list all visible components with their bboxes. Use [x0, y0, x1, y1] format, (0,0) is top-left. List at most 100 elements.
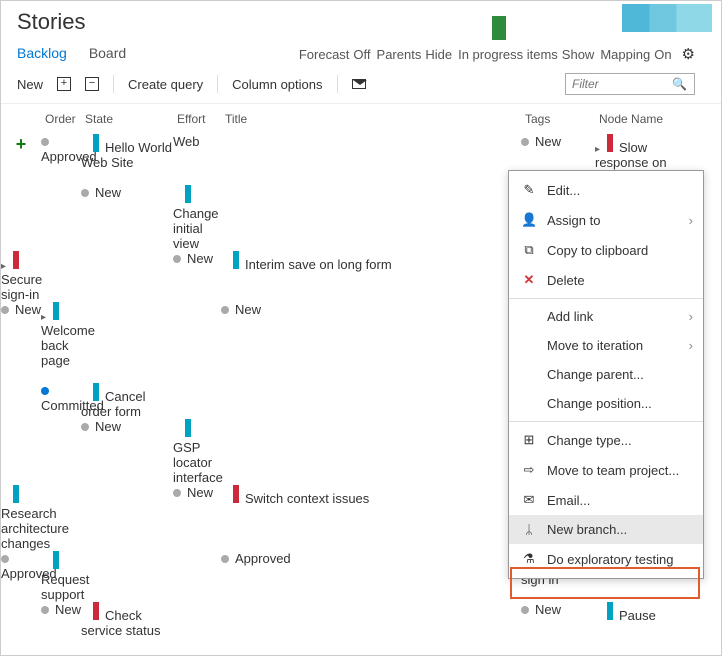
- cell-node: [173, 383, 221, 419]
- col-state[interactable]: State: [81, 104, 173, 134]
- ctx-change-parent[interactable]: Change parent...: [509, 360, 703, 389]
- state-dot-icon: [41, 138, 49, 146]
- state-dot-icon: [173, 489, 181, 497]
- color-bar: [607, 602, 613, 620]
- search-icon[interactable]: 🔍: [672, 77, 687, 91]
- cell-title[interactable]: GSP locator interface: [173, 419, 221, 485]
- ctx-move-iteration[interactable]: Move to iteration›: [509, 331, 703, 360]
- type-icon: ⊞: [521, 432, 537, 448]
- ctx-change-type[interactable]: ⊞Change type...: [509, 425, 703, 455]
- flask-icon: ⚗: [521, 551, 537, 567]
- col-order[interactable]: Order: [41, 104, 81, 134]
- parents-label: Parents: [377, 47, 422, 62]
- chevron-right-icon: ›: [689, 338, 693, 353]
- expand-icon[interactable]: ▸: [1, 261, 9, 272]
- color-bar: [185, 419, 191, 437]
- progress-value[interactable]: Show: [562, 47, 595, 62]
- pencil-icon: ✎: [521, 182, 537, 198]
- cell-title[interactable]: Research architecture changes: [1, 485, 41, 551]
- tab-backlog[interactable]: Backlog: [17, 45, 67, 67]
- separator: [337, 75, 338, 93]
- cell-state: Approved: [41, 134, 81, 185]
- ctx-exploratory-testing[interactable]: ⚗Do exploratory testing: [509, 544, 703, 574]
- copy-icon: ⧉: [521, 242, 537, 258]
- mapping-value[interactable]: On: [654, 47, 671, 62]
- cell-title[interactable]: Check service status: [81, 602, 173, 638]
- cell-title[interactable]: Switch context issues: [221, 485, 521, 551]
- cell-state: New: [81, 185, 173, 251]
- chevron-right-icon: ›: [689, 309, 693, 324]
- color-bar: [93, 602, 99, 620]
- tab-board[interactable]: Board: [89, 45, 126, 67]
- page-title: Stories: [17, 9, 705, 35]
- delete-icon: ✕: [521, 272, 537, 288]
- mail-icon[interactable]: [352, 79, 366, 89]
- ctx-copy[interactable]: ⧉Copy to clipboard: [509, 235, 703, 265]
- ctx-change-position[interactable]: Change position...: [509, 389, 703, 418]
- ctx-add-link[interactable]: Add link›: [509, 302, 703, 331]
- forecast-label: Forecast: [299, 47, 350, 62]
- color-bar: [53, 302, 59, 320]
- mapping-label: Mapping: [600, 47, 650, 62]
- new-button[interactable]: New: [17, 77, 43, 92]
- color-bar: [185, 185, 191, 203]
- gear-icon[interactable]: ⚙: [682, 45, 695, 63]
- state-dot-icon: [221, 306, 229, 314]
- chevron-right-icon: ›: [689, 213, 693, 228]
- add-icon[interactable]: +: [57, 77, 71, 91]
- ctx-assign-to[interactable]: 👤Assign to›: [509, 205, 703, 235]
- remove-icon[interactable]: −: [85, 77, 99, 91]
- state-dot-icon: [1, 306, 9, 314]
- create-query-button[interactable]: Create query: [128, 77, 203, 92]
- cell-node: [81, 302, 173, 383]
- brand-logo: [622, 4, 712, 32]
- filter-box[interactable]: 🔍: [565, 73, 695, 95]
- ctx-new-branch[interactable]: ᛦNew branch...: [509, 515, 703, 544]
- person-icon: 👤: [521, 212, 537, 228]
- cell-state: New: [173, 485, 221, 551]
- cell-title[interactable]: Hello World Web Site: [81, 134, 173, 185]
- forecast-value[interactable]: Off: [353, 47, 370, 62]
- progress-bar: [492, 16, 506, 40]
- cell-node: [41, 251, 81, 302]
- divider: [509, 421, 703, 422]
- parents-value[interactable]: Hide: [425, 47, 452, 62]
- column-options-button[interactable]: Column options: [232, 77, 322, 92]
- col-node[interactable]: Node Name: [595, 104, 695, 134]
- cell-state: New: [173, 251, 221, 302]
- cell-title[interactable]: Cancel order form: [81, 383, 173, 419]
- expand-icon[interactable]: ▸: [41, 312, 49, 323]
- divider: [509, 298, 703, 299]
- state-dot-icon: [81, 189, 89, 197]
- cell-title[interactable]: Interim save on long form: [221, 251, 521, 302]
- state-dot-icon: [173, 255, 181, 263]
- color-bar: [93, 383, 99, 401]
- cell-title[interactable]: Pause: [595, 602, 695, 638]
- progress-label: In progress items: [458, 47, 558, 62]
- state-dot-icon: [521, 606, 529, 614]
- add-row-icon[interactable]: +: [1, 134, 41, 185]
- cell-state: New: [521, 602, 595, 638]
- cell-title[interactable]: ▸Welcome back page: [41, 302, 81, 383]
- state-dot-icon: [81, 423, 89, 431]
- ctx-delete[interactable]: ✕Delete: [509, 265, 703, 295]
- filter-input[interactable]: [572, 77, 672, 91]
- col-effort[interactable]: Effort: [173, 104, 221, 134]
- cell-node: Web: [173, 134, 221, 185]
- cell-title[interactable]: Request support: [41, 551, 81, 602]
- color-bar: [607, 134, 613, 152]
- cell-node: [81, 551, 173, 602]
- expand-icon[interactable]: ▸: [595, 144, 603, 155]
- cell-title[interactable]: ▸Secure sign-in: [1, 251, 41, 302]
- color-bar: [93, 134, 99, 152]
- col-tags[interactable]: Tags: [521, 104, 595, 134]
- ctx-edit[interactable]: ✎Edit...: [509, 175, 703, 205]
- cell-state: Committed: [41, 383, 81, 419]
- ctx-move-project[interactable]: ⇨Move to team project...: [509, 455, 703, 485]
- cell-title[interactable]: Change initial view: [173, 185, 221, 251]
- cell-node: [173, 602, 221, 638]
- ctx-email[interactable]: ✉Email...: [509, 485, 703, 515]
- cell-state: Approved: [1, 551, 41, 602]
- col-title[interactable]: Title: [221, 104, 521, 134]
- branch-icon: ᛦ: [521, 522, 537, 537]
